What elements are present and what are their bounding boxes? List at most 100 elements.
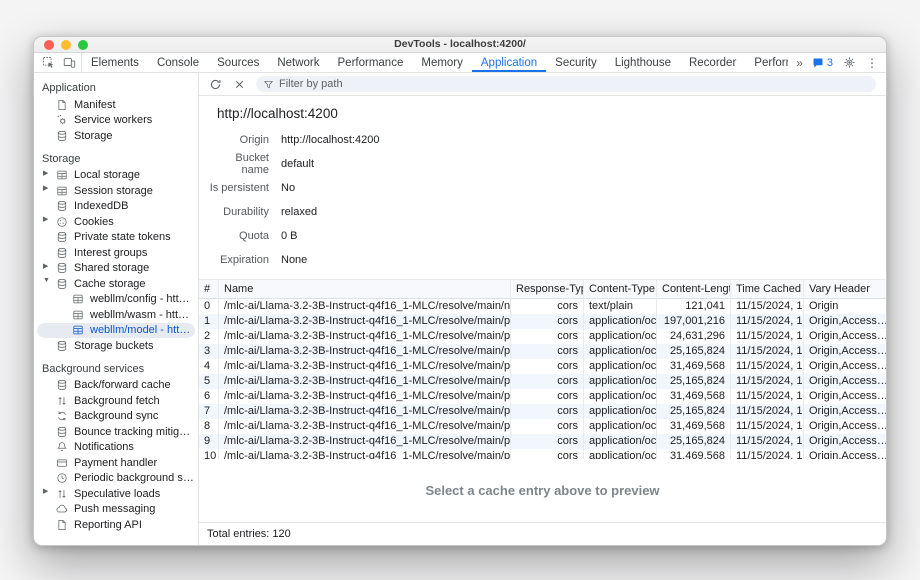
cell-time-cached[interactable]: 11/15/2024, 10… (731, 359, 804, 374)
sidebar-item-cookies[interactable]: ▶Cookies (37, 214, 195, 230)
cell-response-type[interactable]: cors (511, 359, 584, 374)
column-header-name[interactable]: Name (219, 279, 511, 299)
cell-time-cached[interactable]: 11/15/2024, 10… (731, 314, 804, 329)
table-row[interactable]: 9/mlc-ai/Llama-3.2-3B-Instruct-q4f16_1-M… (199, 434, 886, 449)
cell-content-type[interactable]: application/oc… (584, 449, 657, 459)
close-window-button[interactable] (44, 40, 54, 50)
cell-num[interactable]: 8 (199, 419, 219, 434)
sidebar-item-periodic-background-sync[interactable]: Periodic background sync (37, 471, 195, 487)
tab-elements[interactable]: Elements (82, 53, 148, 72)
cell-num[interactable]: 6 (199, 389, 219, 404)
sidebar-item-background-sync[interactable]: Background sync (37, 409, 195, 425)
cell-time-cached[interactable]: 11/15/2024, 10… (731, 329, 804, 344)
tab-recorder[interactable]: Recorder (680, 53, 745, 72)
sidebar-item-webllm-model-http-loc[interactable]: webllm/model - http://loc… (37, 323, 195, 339)
cell-content-type[interactable]: application/oc… (584, 344, 657, 359)
cell-content-type[interactable]: application/oc… (584, 434, 657, 449)
cell-response-type[interactable]: cors (511, 374, 584, 389)
caret-right-icon[interactable]: ▶ (43, 215, 51, 223)
delete-selected-button[interactable] (232, 77, 247, 92)
column-header-response-type[interactable]: Response-Type (511, 279, 584, 299)
tab-lighthouse[interactable]: Lighthouse (606, 53, 680, 72)
cell-num[interactable]: 5 (199, 374, 219, 389)
tab-application[interactable]: Application (472, 53, 546, 72)
cell-response-type[interactable]: cors (511, 344, 584, 359)
cell-content-length[interactable]: 31,469,568 (657, 389, 731, 404)
tab-sources[interactable]: Sources (208, 53, 268, 72)
cell-vary[interactable]: Origin,Access… (804, 434, 886, 449)
cell-response-type[interactable]: cors (511, 404, 584, 419)
sidebar-item-back-forward-cache[interactable]: Back/forward cache (37, 378, 195, 394)
issues-button[interactable]: 3 (812, 57, 833, 69)
sidebar-item-storage[interactable]: Storage (37, 128, 195, 144)
cell-time-cached[interactable]: 11/15/2024, 10… (731, 449, 804, 459)
sidebar-item-reporting-api[interactable]: Reporting API (37, 517, 195, 533)
cell-content-type[interactable]: application/oc… (584, 329, 657, 344)
cell-name[interactable]: /mlc-ai/Llama-3.2-3B-Instruct-q4f16_1-ML… (219, 449, 511, 459)
sidebar-item-service-workers[interactable]: Service workers (37, 113, 195, 129)
sidebar-item-session-storage[interactable]: ▶Session storage (37, 183, 195, 199)
cell-time-cached[interactable]: 11/15/2024, 10… (731, 374, 804, 389)
caret-right-icon[interactable]: ▶ (43, 262, 51, 270)
cell-content-length[interactable]: 31,469,568 (657, 449, 731, 459)
tab-performance[interactable]: Performance (329, 53, 413, 72)
table-row[interactable]: 5/mlc-ai/Llama-3.2-3B-Instruct-q4f16_1-M… (199, 374, 886, 389)
tab-console[interactable]: Console (148, 53, 208, 72)
maximize-window-button[interactable] (78, 40, 88, 50)
caret-right-icon[interactable]: ▶ (43, 184, 51, 192)
cell-content-type[interactable]: application/oc… (584, 359, 657, 374)
sidebar-item-payment-handler[interactable]: Payment handler (37, 455, 195, 471)
sidebar-item-local-storage[interactable]: ▶Local storage (37, 168, 195, 184)
cell-vary[interactable]: Origin,Access… (804, 404, 886, 419)
sidebar-item-push-messaging[interactable]: Push messaging (37, 502, 195, 518)
more-tabs-button[interactable]: » (796, 57, 803, 69)
caret-right-icon[interactable]: ▶ (43, 487, 51, 495)
cell-content-type[interactable]: application/oc… (584, 404, 657, 419)
cell-content-type[interactable]: application/oc… (584, 374, 657, 389)
cell-vary[interactable]: Origin,Access… (804, 419, 886, 434)
cell-time-cached[interactable]: 11/15/2024, 10… (731, 419, 804, 434)
table-row[interactable]: 6/mlc-ai/Llama-3.2-3B-Instruct-q4f16_1-M… (199, 389, 886, 404)
tab-network[interactable]: Network (268, 53, 328, 72)
cell-name[interactable]: /mlc-ai/Llama-3.2-3B-Instruct-q4f16_1-ML… (219, 434, 511, 449)
cell-name[interactable]: /mlc-ai/Llama-3.2-3B-Instruct-q4f16_1-ML… (219, 419, 511, 434)
cell-vary[interactable]: Origin,Access… (804, 344, 886, 359)
sidebar-item-manifest[interactable]: Manifest (37, 97, 195, 113)
sidebar-item-cache-storage[interactable]: ▼Cache storage (37, 276, 195, 292)
cell-response-type[interactable]: cors (511, 434, 584, 449)
cell-time-cached[interactable]: 11/15/2024, 10… (731, 344, 804, 359)
sidebar-item-webllm-wasm-http-loca[interactable]: webllm/wasm - http://loca… (37, 307, 195, 323)
column-header-content-length[interactable]: Content-Length (657, 279, 731, 299)
cell-time-cached[interactable]: 11/15/2024, 10… (731, 434, 804, 449)
sidebar-item-webllm-config-http-loc[interactable]: webllm/config - http://loc… (37, 292, 195, 308)
cell-response-type[interactable]: cors (511, 299, 584, 314)
table-row[interactable]: 0/mlc-ai/Llama-3.2-3B-Instruct-q4f16_1-M… (199, 299, 886, 314)
cell-response-type[interactable]: cors (511, 329, 584, 344)
tab-performance-insights[interactable]: Performance insights (745, 53, 788, 72)
minimize-window-button[interactable] (61, 40, 71, 50)
cell-num[interactable]: 0 (199, 299, 219, 314)
sidebar-item-indexeddb[interactable]: IndexedDB (37, 199, 195, 215)
cell-response-type[interactable]: cors (511, 389, 584, 404)
column-header-content-type[interactable]: Content-Type (584, 279, 657, 299)
cell-response-type[interactable]: cors (511, 449, 584, 459)
cell-content-length[interactable]: 25,165,824 (657, 404, 731, 419)
refresh-button[interactable] (208, 77, 223, 92)
table-rows-viewport[interactable]: 0/mlc-ai/Llama-3.2-3B-Instruct-q4f16_1-M… (199, 299, 886, 459)
cell-content-length[interactable]: 197,001,216 (657, 314, 731, 329)
kebab-menu-button[interactable]: ⋮ (866, 57, 878, 69)
cell-name[interactable]: /mlc-ai/Llama-3.2-3B-Instruct-q4f16_1-ML… (219, 359, 511, 374)
cell-name[interactable]: /mlc-ai/Llama-3.2-3B-Instruct-q4f16_1-ML… (219, 374, 511, 389)
cell-content-length[interactable]: 25,165,824 (657, 434, 731, 449)
sidebar-item-bounce-tracking-mitigations[interactable]: Bounce tracking mitigations (37, 424, 195, 440)
sidebar-item-notifications[interactable]: Notifications (37, 440, 195, 456)
cell-content-type[interactable]: application/oc… (584, 419, 657, 434)
sidebar-item-storage-buckets[interactable]: Storage buckets (37, 338, 195, 354)
table-row[interactable]: 7/mlc-ai/Llama-3.2-3B-Instruct-q4f16_1-M… (199, 404, 886, 419)
cell-content-type[interactable]: application/oc… (584, 314, 657, 329)
cell-time-cached[interactable]: 11/15/2024, 10… (731, 389, 804, 404)
caret-right-icon[interactable]: ▶ (43, 169, 51, 177)
column-header-time-cached[interactable]: Time Cached (731, 279, 804, 299)
caret-down-icon[interactable]: ▼ (43, 277, 51, 284)
cell-time-cached[interactable]: 11/15/2024, 10… (731, 404, 804, 419)
